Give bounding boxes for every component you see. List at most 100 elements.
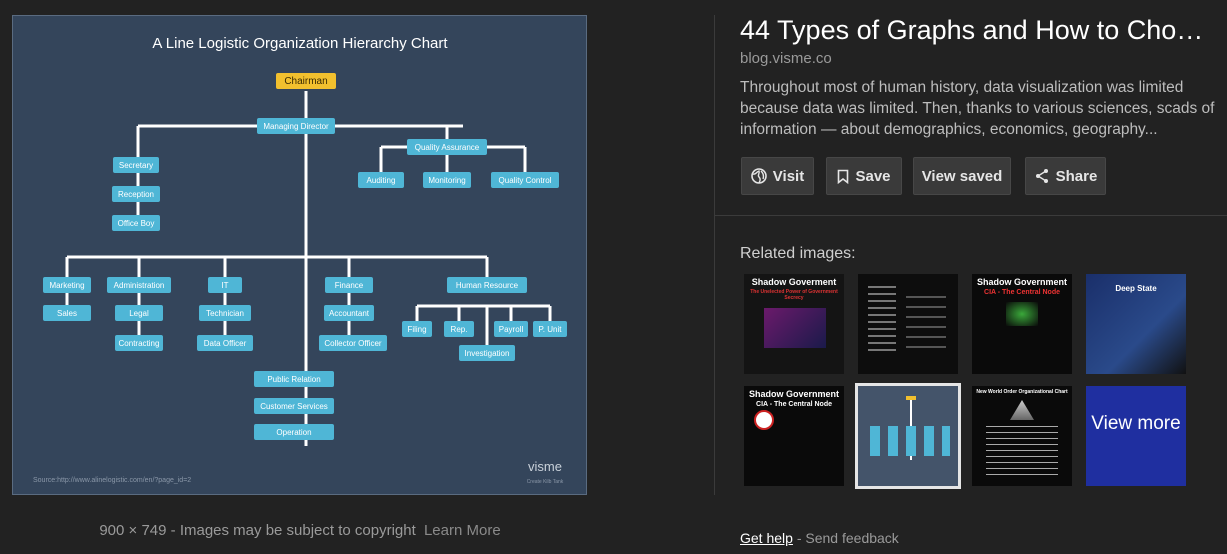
org-node-administration: Administration	[107, 277, 171, 293]
related-thumb-6-selected[interactable]	[855, 383, 961, 489]
org-node-label: Monitoring	[428, 176, 465, 185]
org-node-customer-services: Customer Services	[254, 398, 334, 414]
copyright-notice: Images may be subject to copyright	[179, 522, 416, 539]
get-help-link[interactable]: Get help	[740, 530, 793, 546]
cia-seal-icon	[754, 410, 774, 430]
thumb-1-graphic	[764, 308, 826, 348]
org-node-label: Collector Officer	[324, 339, 382, 348]
org-node-label: IT	[221, 281, 228, 290]
related-thumb-4[interactable]: Deep State	[1086, 274, 1186, 374]
footer: Get help - Send feedback	[740, 530, 899, 546]
org-node-legal: Legal	[115, 305, 163, 321]
org-node-marketing: Marketing	[43, 277, 91, 293]
result-domain[interactable]: blog.visme.co	[740, 50, 832, 67]
related-thumb-1[interactable]: Shadow Goverment The Unelected Power of …	[744, 274, 844, 374]
org-node-sales: Sales	[43, 305, 91, 321]
learn-more-link[interactable]: Learn More	[424, 522, 501, 539]
org-node-reception: Reception	[112, 186, 160, 202]
org-node-label: Legal	[129, 309, 149, 318]
org-node-quality-assurance: Quality Assurance	[407, 139, 487, 155]
org-node-monitoring: Monitoring	[423, 172, 471, 188]
org-node-collector-officer: Collector Officer	[319, 335, 387, 351]
org-node-label: Quality Control	[499, 176, 552, 185]
related-thumb-5[interactable]: Shadow Government CIA - The Central Node	[744, 386, 844, 486]
related-thumb-3[interactable]: Shadow Government CIA - The Central Node	[972, 274, 1072, 374]
org-node-office-boy: Office Boy	[112, 215, 160, 231]
thumb-5-subtitle: CIA - The Central Node	[756, 401, 832, 408]
visit-label: Visit	[772, 167, 805, 185]
thumb-5-title: Shadow Government	[748, 389, 839, 399]
org-node-filing: Filing	[402, 321, 432, 337]
caption-separator: -	[170, 522, 176, 539]
org-node-label: Customer Services	[260, 402, 328, 411]
org-node-label: Secretary	[119, 161, 153, 170]
org-chart-image: Chairman Managing Director Secretary Recept…	[33, 35, 567, 485]
org-node-secretary: Secretary	[113, 157, 159, 173]
org-node-label: Office Boy	[118, 219, 155, 228]
panel-divider	[714, 15, 715, 495]
related-thumb-7[interactable]: New World Order Organizational Chart	[972, 386, 1072, 486]
org-node-p-unit: P. Unit	[533, 321, 567, 337]
globe-icon	[750, 168, 767, 184]
thumb-6-nodes	[870, 426, 950, 456]
related-thumb-2[interactable]	[858, 274, 958, 374]
org-node-label: Marketing	[49, 281, 84, 290]
org-node-rep: Rep.	[444, 321, 474, 337]
org-node-it: IT	[208, 277, 242, 293]
org-node-payroll: Payroll	[494, 321, 528, 337]
org-node-public-relation: Public Relation	[254, 371, 334, 387]
save-button[interactable]: Save	[826, 157, 902, 195]
image-dimensions: 900 × 749	[99, 522, 167, 539]
visit-button[interactable]: Visit	[741, 157, 814, 195]
org-node-data-officer: Data Officer	[197, 335, 253, 351]
thumb-7-text-lines	[986, 426, 1058, 476]
thumb-1-subtitle: The Unelected Power of Government Secrec…	[750, 289, 838, 301]
chart-title: A Line Logistic Organization Hierarchy C…	[152, 35, 448, 52]
org-node-accountant: Accountant	[324, 305, 374, 321]
org-node-label: Chairman	[284, 76, 327, 87]
org-node-human-resource: Human Resource	[447, 277, 527, 293]
org-node-label: Investigation	[465, 349, 510, 358]
thumb-1-title: Shadow Goverment	[751, 277, 837, 287]
send-feedback-link[interactable]: Send feedback	[805, 530, 898, 546]
view-saved-label: View saved	[921, 167, 1003, 185]
org-node-label: Contracting	[119, 339, 160, 348]
chart-source: Source:http://www.alinelogistic.com/en/?…	[33, 477, 191, 484]
section-divider	[715, 215, 1227, 216]
visme-logo: visme	[528, 459, 562, 474]
org-node-label: Quality Assurance	[415, 143, 480, 152]
org-node-label: Administration	[114, 281, 165, 290]
share-label: Share	[1055, 167, 1098, 185]
image-caption: 900 × 749 - Images may be subject to cop…	[0, 522, 600, 539]
thumb-4-title: Deep State	[1115, 284, 1157, 293]
footer-separator: -	[796, 530, 802, 546]
org-node-label: Technician	[206, 309, 244, 318]
org-node-label: Payroll	[499, 325, 524, 334]
pyramid-icon	[1010, 400, 1034, 420]
view-more-tile[interactable]: View more	[1086, 386, 1186, 486]
org-node-label: Finance	[335, 281, 364, 290]
org-node-label: Filing	[407, 325, 426, 334]
view-more-label: View more	[1091, 413, 1181, 434]
org-node-label: Public Relation	[267, 375, 320, 384]
org-node-contracting: Contracting	[115, 335, 163, 351]
share-icon	[1034, 168, 1050, 184]
result-description: Throughout most of human history, data v…	[740, 79, 1215, 138]
org-node-investigation: Investigation	[459, 345, 515, 361]
org-node-label: Reception	[118, 190, 154, 199]
thumb-3-subtitle: CIA - The Central Node	[984, 289, 1060, 296]
org-node-label: Operation	[276, 428, 311, 437]
save-label: Save	[855, 167, 891, 185]
thumb-3-title: Shadow Government	[976, 277, 1067, 287]
thumb-2-text-lines	[868, 286, 896, 356]
bookmark-icon	[837, 169, 849, 184]
org-node-label: Rep.	[451, 325, 468, 334]
org-node-technician: Technician	[199, 305, 251, 321]
org-node-label: Managing Director	[263, 122, 329, 131]
share-button[interactable]: Share	[1025, 157, 1106, 195]
view-saved-button[interactable]: View saved	[913, 157, 1011, 195]
org-node-label: Auditing	[367, 176, 396, 185]
result-title[interactable]: 44 Types of Graphs and How to Cho…	[740, 15, 1227, 46]
visme-tagline: Create Kilb Tank	[527, 479, 564, 485]
preview-image[interactable]: Chairman Managing Director Secretary Recept…	[12, 15, 587, 495]
